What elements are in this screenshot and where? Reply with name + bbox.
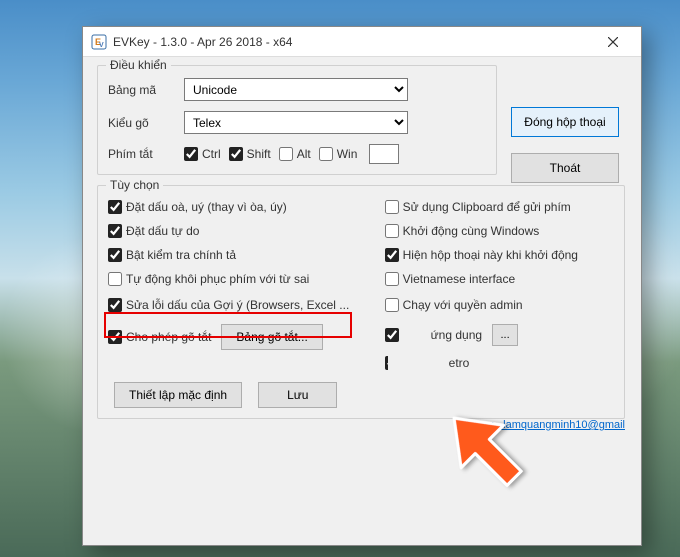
opt-startup-checkbox[interactable] <box>385 224 399 238</box>
opt-fix-suggestion-checkbox[interactable] <box>108 298 122 312</box>
opt-admin-checkbox[interactable] <box>385 298 399 312</box>
encoding-select[interactable]: Unicode <box>184 78 408 101</box>
opt-spellcheck-checkbox[interactable] <box>108 248 122 262</box>
opt-allow-shortcut-checkbox[interactable] <box>108 330 122 344</box>
opt-spellcheck-label: Bật kiểm tra chính tả <box>126 248 236 262</box>
win-checkbox[interactable] <box>319 147 333 161</box>
shift-label: Shift <box>247 147 271 161</box>
window-title: EVKey - 1.3.0 - Apr 26 2018 - x64 <box>113 35 593 49</box>
opt-oa-uy-checkbox[interactable] <box>108 200 122 214</box>
default-button[interactable]: Thiết lập mặc định <box>114 382 242 408</box>
save-button[interactable]: Lưu <box>258 382 337 408</box>
options-group-title: Tùy chọn <box>106 178 163 192</box>
window-close-button[interactable] <box>593 28 633 56</box>
titlebar: E V EVKey - 1.3.0 - Apr 26 2018 - x64 <box>83 27 641 57</box>
opt-auto-restore-checkbox[interactable] <box>108 272 122 286</box>
win-label: Win <box>337 147 358 161</box>
opt-show-dialog-checkbox[interactable] <box>385 248 399 262</box>
shift-checkbox[interactable] <box>229 147 243 161</box>
control-group: Điều khiển Bảng mã Unicode Kiểu gõ Telex… <box>97 65 497 175</box>
opt-auto-restore-label: Tự động khôi phục phím với từ sai <box>126 272 309 286</box>
alt-checkbox[interactable] <box>279 147 293 161</box>
hotkey-label: Phím tắt <box>108 147 176 161</box>
options-group: Tùy chọn Đặt dấu oà, uý (thay vì òa, úy)… <box>97 185 625 419</box>
opt-free-mark-checkbox[interactable] <box>108 224 122 238</box>
opt-oa-uy-label: Đặt dấu oà, uý (thay vì òa, úy) <box>126 200 287 214</box>
close-dialog-button[interactable]: Đóng hộp thoại <box>511 107 619 137</box>
input-method-select[interactable]: Telex <box>184 111 408 134</box>
opt-vn-interface-label: Vietnamese interface <box>403 272 516 286</box>
opt-metro-partial-label: etro <box>449 356 470 370</box>
exit-button[interactable]: Thoát <box>511 153 619 183</box>
opt-startup-label: Khởi động cùng Windows <box>403 224 540 238</box>
app-ellipsis-button[interactable]: ... <box>492 324 518 346</box>
input-method-label: Kiểu gõ <box>108 116 176 130</box>
app-window: E V EVKey - 1.3.0 - Apr 26 2018 - x64 Đó… <box>82 26 642 546</box>
svg-text:V: V <box>99 42 104 49</box>
opt-app-partial-label: ứng dụng <box>431 328 482 342</box>
ctrl-label: Ctrl <box>202 147 221 161</box>
alt-label: Alt <box>297 147 311 161</box>
opt-vn-interface-checkbox[interactable] <box>385 272 399 286</box>
opt-allow-shortcut-label: Cho phép gõ tắt <box>126 330 211 344</box>
footer-link[interactable]: EVKey - lamquangminh10@gmail <box>460 419 625 431</box>
opt-clipboard-label: Sử dụng Clipboard để gửi phím <box>403 200 571 214</box>
opt-admin-label: Chạy với quyền admin <box>403 298 523 312</box>
opt-free-mark-label: Đặt dấu tự do <box>126 224 199 238</box>
opt-fix-suggestion-label: Sửa lỗi dấu của Gợi ý (Browsers, Excel .… <box>126 298 349 312</box>
ctrl-checkbox[interactable] <box>184 147 198 161</box>
hotkey-input[interactable] <box>369 144 399 164</box>
close-icon <box>608 37 618 47</box>
app-icon: E V <box>91 34 107 50</box>
control-group-title: Điều khiển <box>106 58 171 72</box>
encoding-label: Bảng mã <box>108 83 176 97</box>
opt-app-partial-checkbox[interactable] <box>385 328 399 342</box>
opt-show-dialog-label: Hiện hộp thoại này khi khởi động <box>403 248 578 262</box>
opt-clipboard-checkbox[interactable] <box>385 200 399 214</box>
shortcut-table-button[interactable]: Bảng gõ tắt... <box>221 324 322 350</box>
